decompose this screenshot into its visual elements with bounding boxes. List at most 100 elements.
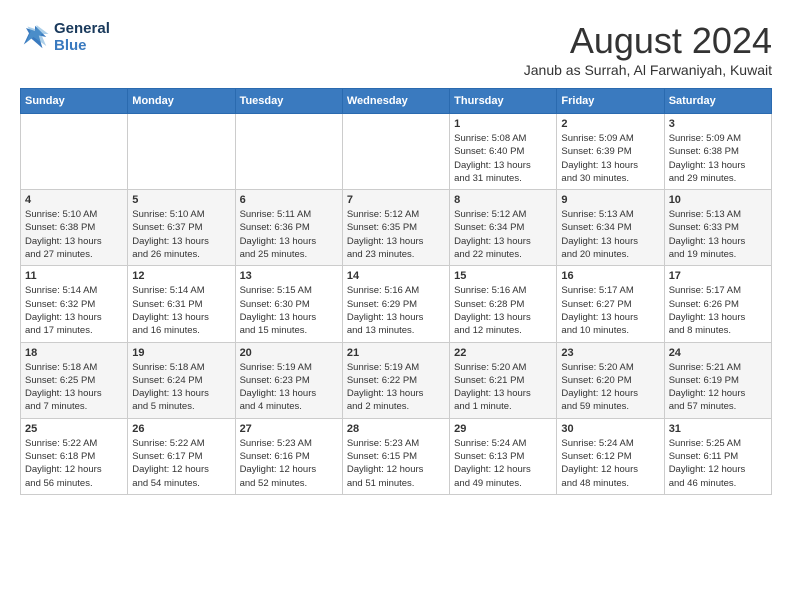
- day-detail: Sunrise: 5:14 AM Sunset: 6:31 PM Dayligh…: [132, 284, 230, 337]
- day-detail: Sunrise: 5:25 AM Sunset: 6:11 PM Dayligh…: [669, 437, 767, 490]
- calendar-week-5: 25 Sunrise: 5:22 AM Sunset: 6:18 PM Dayli…: [21, 418, 772, 494]
- calendar-cell: 27 Sunrise: 5:23 AM Sunset: 6:16 PM Dayli…: [235, 418, 342, 494]
- calendar-cell: 31 Sunrise: 5:25 AM Sunset: 6:11 PM Dayli…: [664, 418, 771, 494]
- calendar-cell: 2Sunrise: 5:09 AM Sunset: 6:39 PM Daylig…: [557, 114, 664, 190]
- day-detail: Sunrise: 5:22 AM Sunset: 6:17 PM Dayligh…: [132, 437, 230, 490]
- calendar-cell: 25 Sunrise: 5:22 AM Sunset: 6:18 PM Dayli…: [21, 418, 128, 494]
- month-title: August 2024: [524, 20, 772, 62]
- day-number: 12: [132, 270, 230, 282]
- day-detail: Sunrise: 5:12 AM Sunset: 6:34 PM Dayligh…: [454, 208, 552, 261]
- calendar-cell: 14 Sunrise: 5:16 AM Sunset: 6:29 PM Dayli…: [342, 266, 449, 342]
- day-detail: Sunrise: 5:08 AM Sunset: 6:40 PM Dayligh…: [454, 132, 552, 185]
- day-detail: Sunrise: 5:21 AM Sunset: 6:19 PM Dayligh…: [669, 361, 767, 414]
- day-detail: Sunrise: 5:13 AM Sunset: 6:34 PM Dayligh…: [561, 208, 659, 261]
- day-number: 5: [132, 194, 230, 206]
- calendar-cell: 11Sunrise: 5:14 AM Sunset: 6:32 PM Dayli…: [21, 266, 128, 342]
- day-number: 7: [347, 194, 445, 206]
- logo-bird-icon: [20, 22, 50, 52]
- calendar-cell: 21 Sunrise: 5:19 AM Sunset: 6:22 PM Dayli…: [342, 342, 449, 418]
- day-number: 26: [132, 423, 230, 435]
- day-number: 23: [561, 347, 659, 359]
- logo: General Blue: [20, 20, 110, 54]
- calendar-cell: 24 Sunrise: 5:21 AM Sunset: 6:19 PM Dayli…: [664, 342, 771, 418]
- calendar-cell: 1 Sunrise: 5:08 AM Sunset: 6:40 PM Daylig…: [450, 114, 557, 190]
- day-number: 29: [454, 423, 552, 435]
- day-number: 18: [25, 347, 123, 359]
- day-header-saturday: Saturday: [664, 89, 771, 114]
- calendar-cell: 18 Sunrise: 5:18 AM Sunset: 6:25 PM Dayli…: [21, 342, 128, 418]
- calendar-week-4: 18 Sunrise: 5:18 AM Sunset: 6:25 PM Dayli…: [21, 342, 772, 418]
- calendar-cell: 10Sunrise: 5:13 AM Sunset: 6:33 PM Dayli…: [664, 190, 771, 266]
- day-detail: Sunrise: 5:20 AM Sunset: 6:21 PM Dayligh…: [454, 361, 552, 414]
- calendar-cell: 28Sunrise: 5:23 AM Sunset: 6:15 PM Dayli…: [342, 418, 449, 494]
- calendar-week-1: 1 Sunrise: 5:08 AM Sunset: 6:40 PM Daylig…: [21, 114, 772, 190]
- day-number: 21: [347, 347, 445, 359]
- day-detail: Sunrise: 5:22 AM Sunset: 6:18 PM Dayligh…: [25, 437, 123, 490]
- day-header-tuesday: Tuesday: [235, 89, 342, 114]
- day-detail: Sunrise: 5:17 AM Sunset: 6:26 PM Dayligh…: [669, 284, 767, 337]
- day-number: 9: [561, 194, 659, 206]
- day-detail: Sunrise: 5:16 AM Sunset: 6:29 PM Dayligh…: [347, 284, 445, 337]
- day-detail: Sunrise: 5:18 AM Sunset: 6:24 PM Dayligh…: [132, 361, 230, 414]
- day-header-thursday: Thursday: [450, 89, 557, 114]
- day-header-wednesday: Wednesday: [342, 89, 449, 114]
- calendar-cell: 26 Sunrise: 5:22 AM Sunset: 6:17 PM Dayli…: [128, 418, 235, 494]
- day-detail: Sunrise: 5:18 AM Sunset: 6:25 PM Dayligh…: [25, 361, 123, 414]
- day-number: 30: [561, 423, 659, 435]
- day-detail: Sunrise: 5:13 AM Sunset: 6:33 PM Dayligh…: [669, 208, 767, 261]
- calendar-cell: 4 Sunrise: 5:10 AM Sunset: 6:38 PM Daylig…: [21, 190, 128, 266]
- calendar-cell: 5 Sunrise: 5:10 AM Sunset: 6:37 PM Daylig…: [128, 190, 235, 266]
- calendar-cell: 15 Sunrise: 5:16 AM Sunset: 6:28 PM Dayli…: [450, 266, 557, 342]
- day-number: 1: [454, 118, 552, 130]
- calendar-cell: 17 Sunrise: 5:17 AM Sunset: 6:26 PM Dayli…: [664, 266, 771, 342]
- calendar-week-3: 11Sunrise: 5:14 AM Sunset: 6:32 PM Dayli…: [21, 266, 772, 342]
- title-block: August 2024 Janub as Surrah, Al Farwaniy…: [524, 20, 772, 78]
- day-detail: Sunrise: 5:11 AM Sunset: 6:36 PM Dayligh…: [240, 208, 338, 261]
- day-detail: Sunrise: 5:24 AM Sunset: 6:13 PM Dayligh…: [454, 437, 552, 490]
- day-header-sunday: Sunday: [21, 89, 128, 114]
- day-number: 4: [25, 194, 123, 206]
- day-number: 27: [240, 423, 338, 435]
- calendar-cell: 9 Sunrise: 5:13 AM Sunset: 6:34 PM Daylig…: [557, 190, 664, 266]
- day-number: 14: [347, 270, 445, 282]
- day-number: 19: [132, 347, 230, 359]
- day-detail: Sunrise: 5:16 AM Sunset: 6:28 PM Dayligh…: [454, 284, 552, 337]
- calendar-cell: 22Sunrise: 5:20 AM Sunset: 6:21 PM Dayli…: [450, 342, 557, 418]
- calendar-cell: 3Sunrise: 5:09 AM Sunset: 6:38 PM Daylig…: [664, 114, 771, 190]
- day-number: 15: [454, 270, 552, 282]
- calendar-table: SundayMondayTuesdayWednesdayThursdayFrid…: [20, 88, 772, 495]
- day-detail: Sunrise: 5:20 AM Sunset: 6:20 PM Dayligh…: [561, 361, 659, 414]
- day-number: 8: [454, 194, 552, 206]
- calendar-week-2: 4 Sunrise: 5:10 AM Sunset: 6:38 PM Daylig…: [21, 190, 772, 266]
- day-number: 13: [240, 270, 338, 282]
- calendar-cell: [128, 114, 235, 190]
- day-number: 17: [669, 270, 767, 282]
- calendar-cell: 6Sunrise: 5:11 AM Sunset: 6:36 PM Daylig…: [235, 190, 342, 266]
- day-number: 24: [669, 347, 767, 359]
- day-detail: Sunrise: 5:23 AM Sunset: 6:16 PM Dayligh…: [240, 437, 338, 490]
- day-detail: Sunrise: 5:19 AM Sunset: 6:22 PM Dayligh…: [347, 361, 445, 414]
- calendar-cell: 8 Sunrise: 5:12 AM Sunset: 6:34 PM Daylig…: [450, 190, 557, 266]
- calendar-cell: 7 Sunrise: 5:12 AM Sunset: 6:35 PM Daylig…: [342, 190, 449, 266]
- calendar-cell: 13 Sunrise: 5:15 AM Sunset: 6:30 PM Dayli…: [235, 266, 342, 342]
- day-number: 25: [25, 423, 123, 435]
- calendar-cell: [21, 114, 128, 190]
- day-detail: Sunrise: 5:23 AM Sunset: 6:15 PM Dayligh…: [347, 437, 445, 490]
- day-number: 16: [561, 270, 659, 282]
- calendar-cell: 19 Sunrise: 5:18 AM Sunset: 6:24 PM Dayli…: [128, 342, 235, 418]
- day-detail: Sunrise: 5:10 AM Sunset: 6:38 PM Dayligh…: [25, 208, 123, 261]
- day-detail: Sunrise: 5:24 AM Sunset: 6:12 PM Dayligh…: [561, 437, 659, 490]
- logo-text: General Blue: [54, 20, 110, 54]
- day-detail: Sunrise: 5:10 AM Sunset: 6:37 PM Dayligh…: [132, 208, 230, 261]
- day-number: 31: [669, 423, 767, 435]
- header-row: SundayMondayTuesdayWednesdayThursdayFrid…: [21, 89, 772, 114]
- day-header-monday: Monday: [128, 89, 235, 114]
- day-detail: Sunrise: 5:09 AM Sunset: 6:39 PM Dayligh…: [561, 132, 659, 185]
- calendar-cell: 29 Sunrise: 5:24 AM Sunset: 6:13 PM Dayli…: [450, 418, 557, 494]
- day-detail: Sunrise: 5:19 AM Sunset: 6:23 PM Dayligh…: [240, 361, 338, 414]
- day-detail: Sunrise: 5:15 AM Sunset: 6:30 PM Dayligh…: [240, 284, 338, 337]
- calendar-cell: [342, 114, 449, 190]
- calendar-cell: 16Sunrise: 5:17 AM Sunset: 6:27 PM Dayli…: [557, 266, 664, 342]
- day-detail: Sunrise: 5:12 AM Sunset: 6:35 PM Dayligh…: [347, 208, 445, 261]
- calendar-cell: 12 Sunrise: 5:14 AM Sunset: 6:31 PM Dayli…: [128, 266, 235, 342]
